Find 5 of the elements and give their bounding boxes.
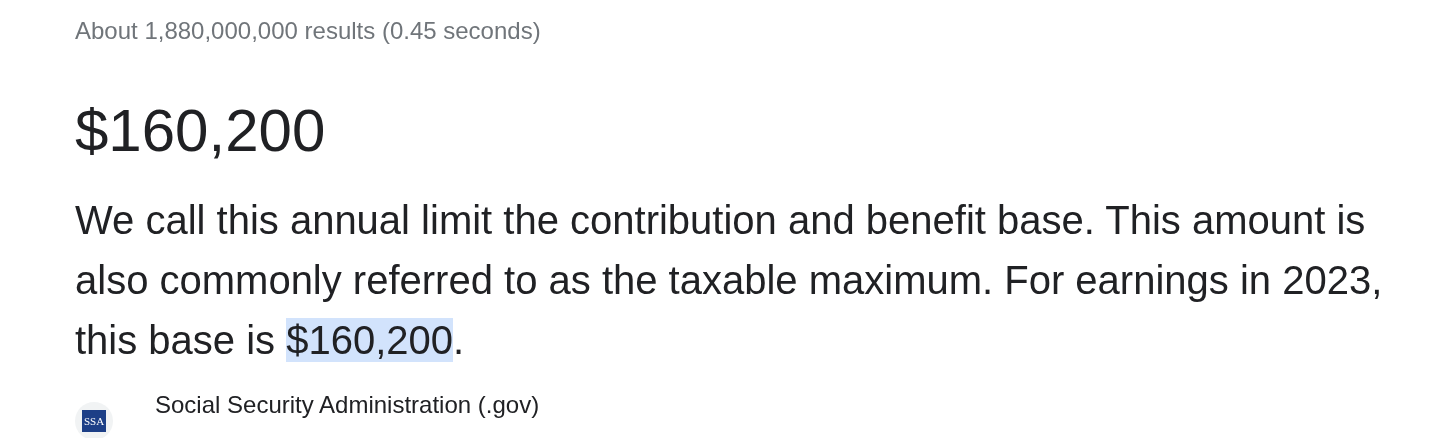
answer-heading: $160,200 xyxy=(75,96,327,166)
snippet-text: We call this annual limit the contribution and benefit base. This amount is also commonly referred to as the taxable maximum. For earnings in 2023, this base is $160,200. xyxy=(75,197,1384,364)
source-logo: SSA xyxy=(75,402,113,438)
source-link[interactable]: Social Security Administration (.gov) xyxy=(155,390,540,420)
result-stats: About 1,880,000,000 results (0.45 seconds) xyxy=(75,16,542,46)
